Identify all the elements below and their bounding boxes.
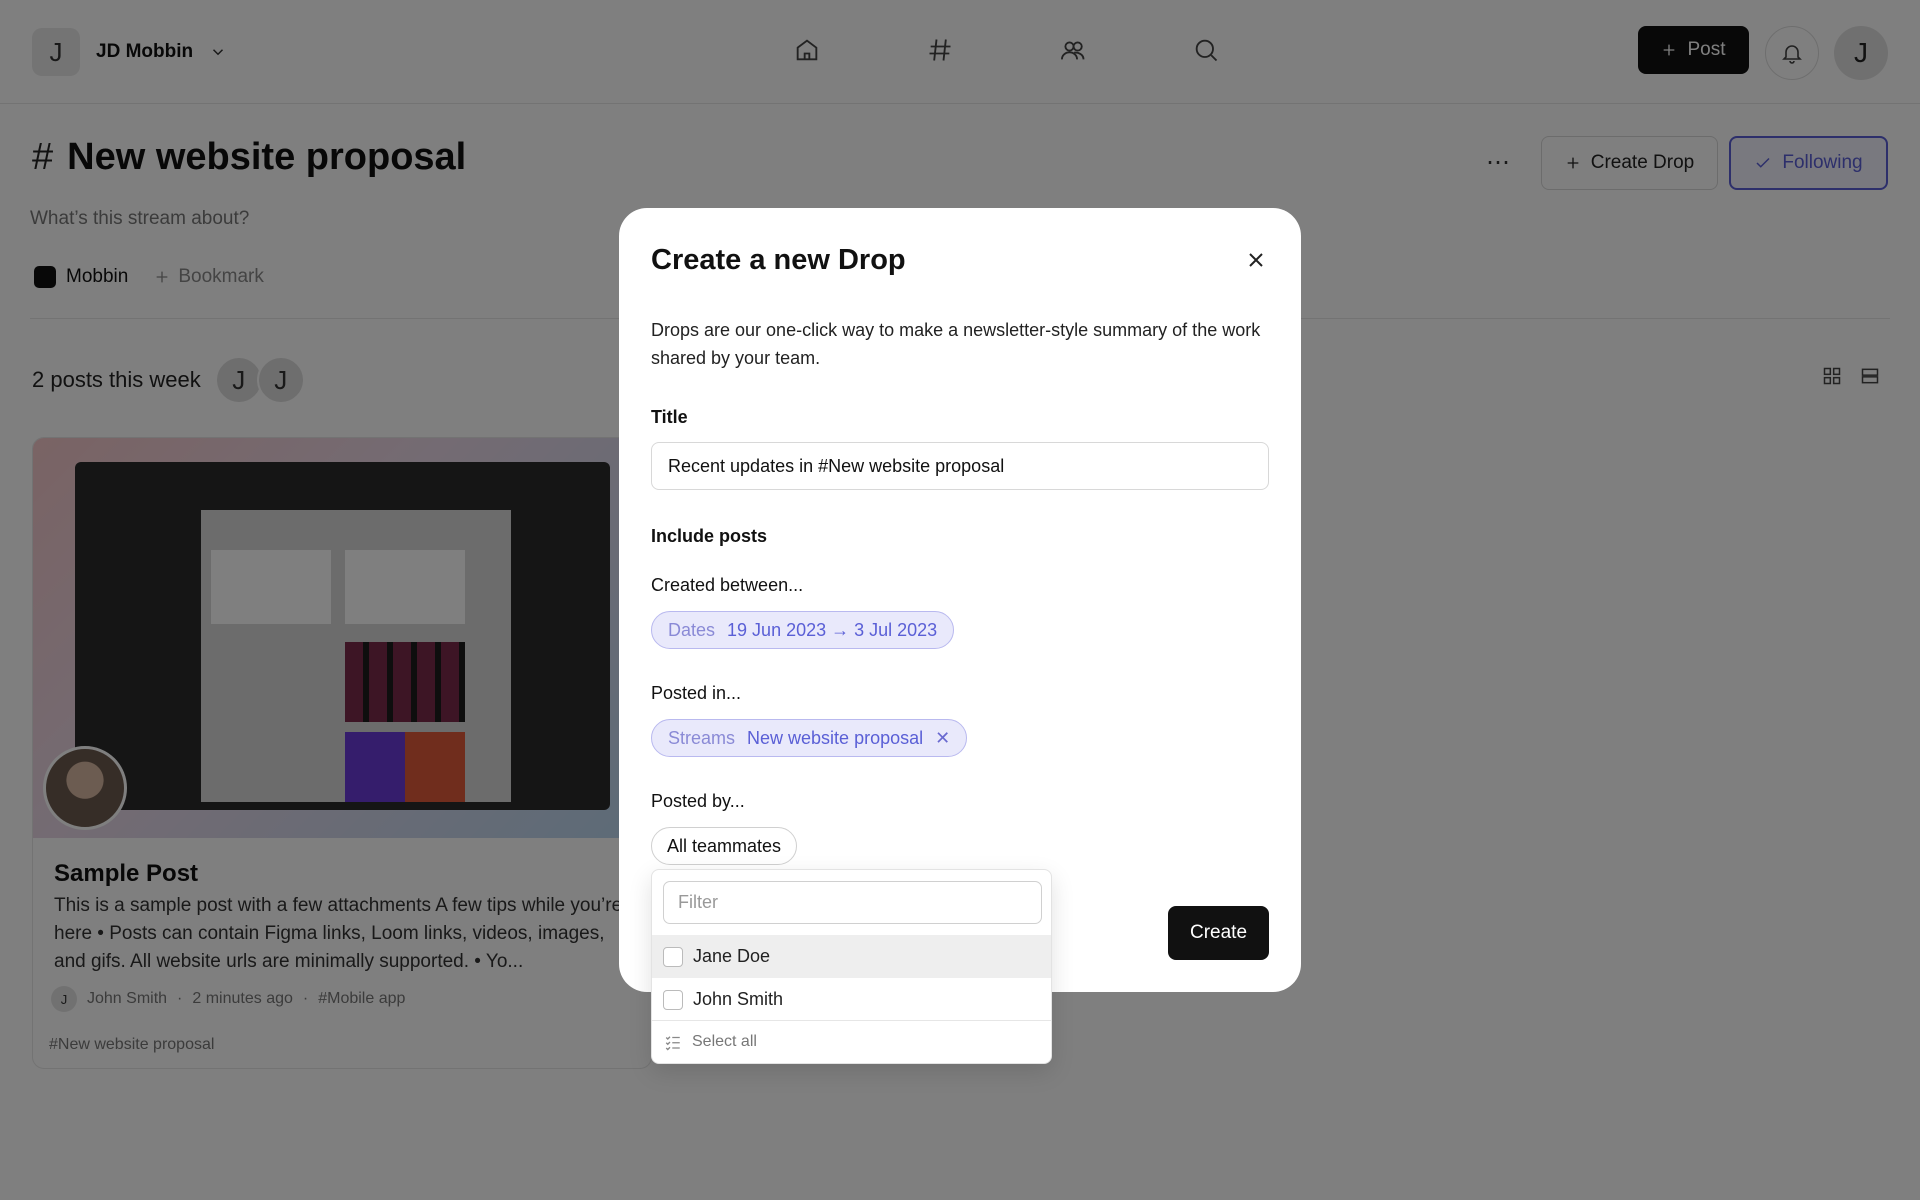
created-between-label: Created between... — [651, 575, 804, 595]
remove-icon[interactable]: ✕ — [935, 728, 950, 749]
create-button[interactable]: Create — [1168, 906, 1269, 960]
date-range-chip[interactable]: Dates 19 Jun 2023 → 3 Jul 2023 — [651, 611, 955, 649]
modal-title: Create a new Drop — [651, 244, 906, 276]
streams-key: Streams — [668, 727, 736, 748]
streams-chip[interactable]: Streams New website proposal ✕ — [651, 719, 968, 757]
teammate-name: John Smith — [693, 989, 784, 1009]
select-all-option[interactable]: Select all — [664, 1033, 757, 1051]
teammates-select[interactable]: All teammates — [651, 827, 798, 865]
checklist-icon — [665, 1036, 680, 1051]
teammates-dropdown: Jane Doe John Smith Select all — [651, 869, 1052, 1064]
checkbox[interactable] — [663, 989, 683, 1010]
posted-in-label: Posted in... — [651, 683, 742, 703]
title-label: Title — [651, 407, 688, 427]
checkbox[interactable] — [663, 946, 683, 967]
date-range-value: 19 Jun 2023 → 3 Jul 2023 — [727, 619, 938, 640]
streams-value: New website proposal — [747, 727, 924, 748]
modal-description: Drops are our one-click way to make a ne… — [651, 320, 1261, 368]
posted-by-label: Posted by... — [651, 791, 745, 811]
drop-title-input[interactable] — [651, 442, 1269, 490]
teammate-option[interactable]: John Smith — [652, 978, 1051, 1021]
select-all-label: Select all — [692, 1033, 757, 1050]
teammate-option[interactable]: Jane Doe — [652, 935, 1051, 978]
include-posts-heading: Include posts — [651, 526, 768, 546]
filter-input[interactable] — [663, 881, 1042, 924]
divider — [652, 1020, 1051, 1021]
close-icon[interactable] — [1244, 248, 1268, 272]
date-range-key: Dates — [668, 619, 716, 640]
teammate-name: Jane Doe — [693, 946, 771, 966]
